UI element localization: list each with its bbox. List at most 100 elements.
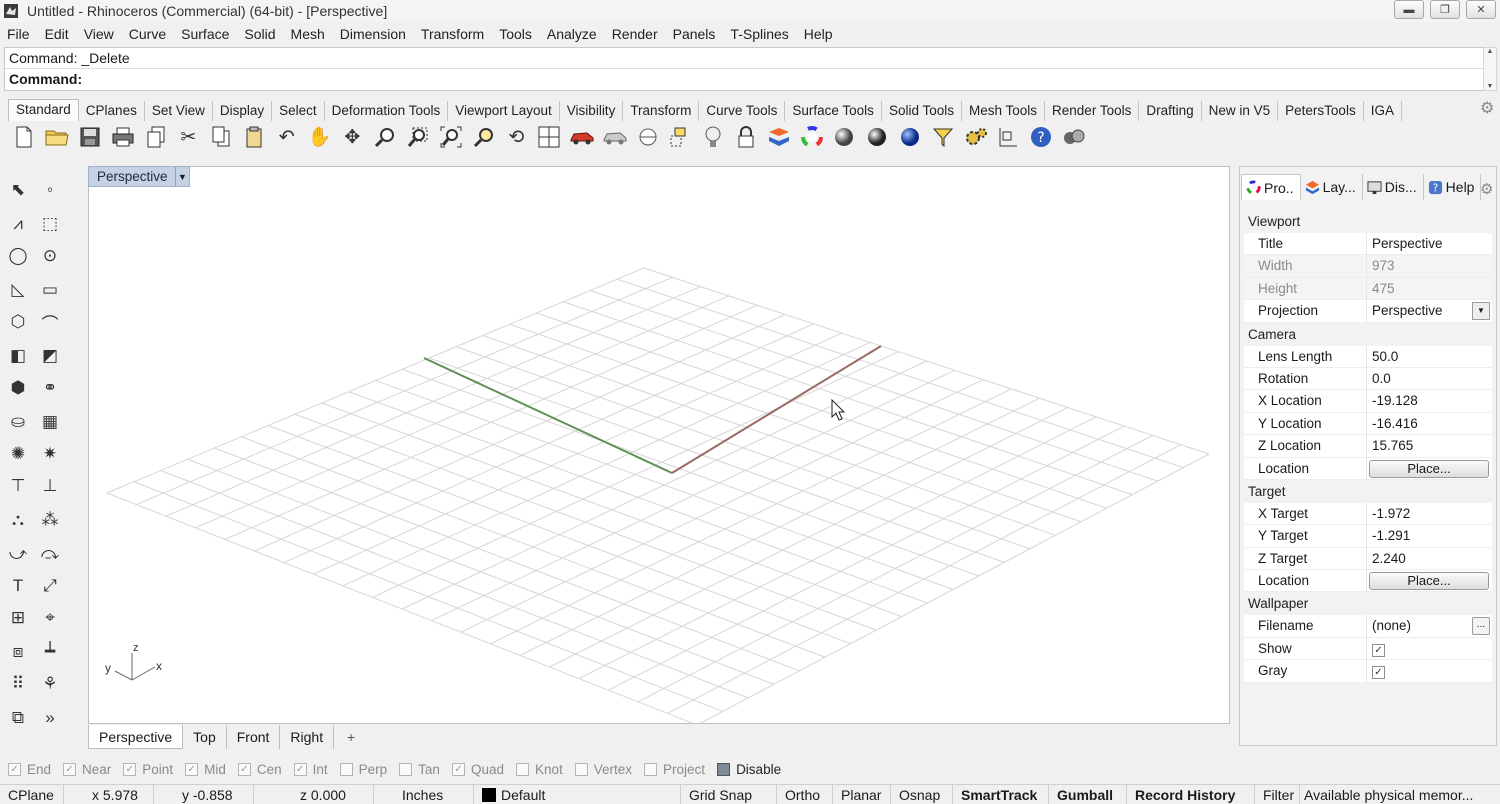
rendered-sphere-icon[interactable] [861, 122, 894, 152]
tab-curve-tools[interactable]: Curve Tools [699, 101, 786, 121]
status-gumball[interactable]: Gumball [1049, 784, 1127, 804]
select-arrow-icon[interactable]: ⬉ [4, 176, 32, 204]
offset-dashed-icon[interactable]: ⤼ [36, 540, 64, 568]
text-icon[interactable]: T [4, 572, 32, 600]
osnap-vertex[interactable]: Vertex [574, 762, 632, 777]
menu-transform[interactable]: Transform [414, 26, 492, 42]
menu-surface[interactable]: Surface [174, 26, 237, 42]
named-views-icon[interactable] [598, 122, 631, 152]
osnap-project-checkbox[interactable] [644, 762, 658, 776]
x-target-field[interactable]: -1.972 [1367, 502, 1492, 526]
four-viewports-icon[interactable] [533, 122, 566, 152]
menu-view[interactable]: View [77, 26, 122, 42]
command-scrollbar[interactable]: ▲ ▼ [1483, 47, 1497, 91]
viewport-menu-dropdown-icon[interactable]: ▼ [175, 167, 189, 186]
osnap-disable-checkbox[interactable] [717, 762, 731, 776]
print-icon[interactable] [106, 122, 139, 152]
zoom-extents-icon[interactable] [434, 122, 467, 152]
color-wheel-icon[interactable] [795, 122, 828, 152]
undo-icon[interactable]: ↶ [270, 122, 303, 152]
tab-visibility[interactable]: Visibility [560, 101, 624, 121]
copy-to-layer-icon[interactable] [139, 122, 172, 152]
help-icon[interactable]: ? [1025, 122, 1058, 152]
cut-icon[interactable]: ✂ [172, 122, 205, 152]
viewport-tab-front[interactable]: Front [227, 725, 281, 749]
gray-checkbox[interactable]: ✓ [1372, 666, 1385, 680]
ellipse-icon[interactable]: ⊙ [36, 242, 64, 270]
panel-tab-help[interactable]: ? Help [1424, 174, 1482, 200]
cplane-icon[interactable] [631, 122, 664, 152]
status-planar[interactable]: Planar [833, 784, 891, 804]
gear-tools-icon[interactable]: ✺ [4, 440, 32, 468]
chevron-down-icon[interactable]: ▼ [1472, 302, 1490, 321]
ungroup-icon[interactable]: ⁂ [36, 506, 64, 534]
save-icon[interactable] [74, 122, 107, 152]
minimize-button[interactable]: ▬ [1394, 0, 1424, 19]
rotate-camera-icon[interactable]: ⟲ [500, 122, 533, 152]
tab-standard[interactable]: Standard [8, 99, 79, 121]
tab-mesh-tools[interactable]: Mesh Tools [962, 101, 1046, 121]
camera-place-button[interactable]: Place... [1369, 459, 1489, 478]
rotate-view-icon[interactable]: ✥ [336, 122, 369, 152]
boolean-union-icon[interactable]: ⚭ [36, 374, 64, 402]
z-target-field[interactable]: 2.240 [1367, 547, 1492, 571]
rotation-field[interactable]: 0.0 [1367, 367, 1492, 391]
mesh-icon[interactable]: ▦ [36, 408, 64, 436]
scroll-up-icon[interactable]: ▲ [1487, 48, 1494, 55]
lock-icon[interactable] [730, 122, 763, 152]
osnap-disable[interactable]: Disable [717, 762, 781, 777]
pan-hand-icon[interactable]: ✋ [303, 122, 336, 152]
menu-edit[interactable]: Edit [38, 26, 77, 42]
status-layer[interactable]: Default [474, 784, 681, 804]
render-box-icon[interactable]: ⧈ [4, 638, 32, 666]
viewport-tab-top[interactable]: Top [183, 725, 227, 749]
osnap-quad-checkbox[interactable]: ✓ [451, 762, 465, 776]
x-location-field[interactable]: -19.128 [1367, 390, 1492, 413]
copy-icon[interactable] [205, 122, 238, 152]
osnap-quad[interactable]: ✓ Quad [451, 762, 504, 777]
tab-new-in-v5[interactable]: New in V5 [1202, 101, 1279, 121]
osnap-point-checkbox[interactable]: ✓ [123, 762, 137, 776]
tab-select[interactable]: Select [272, 101, 325, 121]
show-checkbox[interactable]: ✓ [1372, 643, 1385, 657]
extrude-surface-icon[interactable]: ◩ [36, 342, 64, 370]
osnap-project[interactable]: Project [644, 762, 705, 777]
viewport-tab-right[interactable]: Right [280, 725, 335, 749]
grid-dots-icon[interactable]: ⠿ [4, 670, 32, 698]
status-ortho[interactable]: Ortho [777, 784, 833, 804]
menu-render[interactable]: Render [605, 26, 666, 42]
panel-gear-icon[interactable]: ⚙ [1480, 180, 1493, 198]
viewport-tab-perspective[interactable]: Perspective [88, 725, 184, 749]
split-icon[interactable]: ⊥ [36, 472, 64, 500]
panel-tab-properties[interactable]: Pro.. [1241, 174, 1301, 200]
paste-icon[interactable] [238, 122, 271, 152]
history-tree-icon[interactable]: ⚘ [36, 670, 64, 698]
viewport-title-tab[interactable]: Perspective ▼ [88, 166, 190, 187]
new-file-icon[interactable] [8, 122, 41, 152]
status-record-history[interactable]: Record History [1127, 784, 1255, 804]
menu-mesh[interactable]: Mesh [284, 26, 333, 42]
curve-control-points-icon[interactable]: ⬚ [36, 210, 64, 238]
lightbulb-icon[interactable] [697, 122, 730, 152]
z-location-field[interactable]: 15.765 [1367, 435, 1492, 458]
status-grid-snap[interactable]: Grid Snap [681, 784, 777, 804]
osnap-tan-checkbox[interactable] [399, 762, 413, 776]
menu-curve[interactable]: Curve [122, 26, 174, 42]
tab-set-view[interactable]: Set View [145, 101, 213, 121]
target-place-button[interactable]: Place... [1369, 572, 1489, 591]
filter-icon[interactable] [926, 122, 959, 152]
dimension-icon[interactable] [992, 122, 1025, 152]
menu-dimension[interactable]: Dimension [333, 26, 414, 42]
rhino-app-icon[interactable] [3, 3, 19, 19]
status-smarttrack[interactable]: SmartTrack [953, 784, 1049, 804]
point-icon[interactable]: ◦ [36, 176, 64, 204]
command-prompt[interactable]: Command: [5, 69, 1483, 90]
menu-file[interactable]: File [0, 26, 38, 42]
array-icon[interactable]: ⊞ [4, 604, 32, 632]
status-units[interactable]: Inches [374, 784, 474, 804]
analyze-icon[interactable]: ⌖ [36, 604, 64, 632]
menu-help[interactable]: Help [797, 26, 841, 42]
projection-select[interactable]: Perspective ▼ [1367, 300, 1492, 323]
osnap-int[interactable]: ✓ Int [293, 762, 328, 777]
toggle-osnap-icon[interactable] [664, 122, 697, 152]
